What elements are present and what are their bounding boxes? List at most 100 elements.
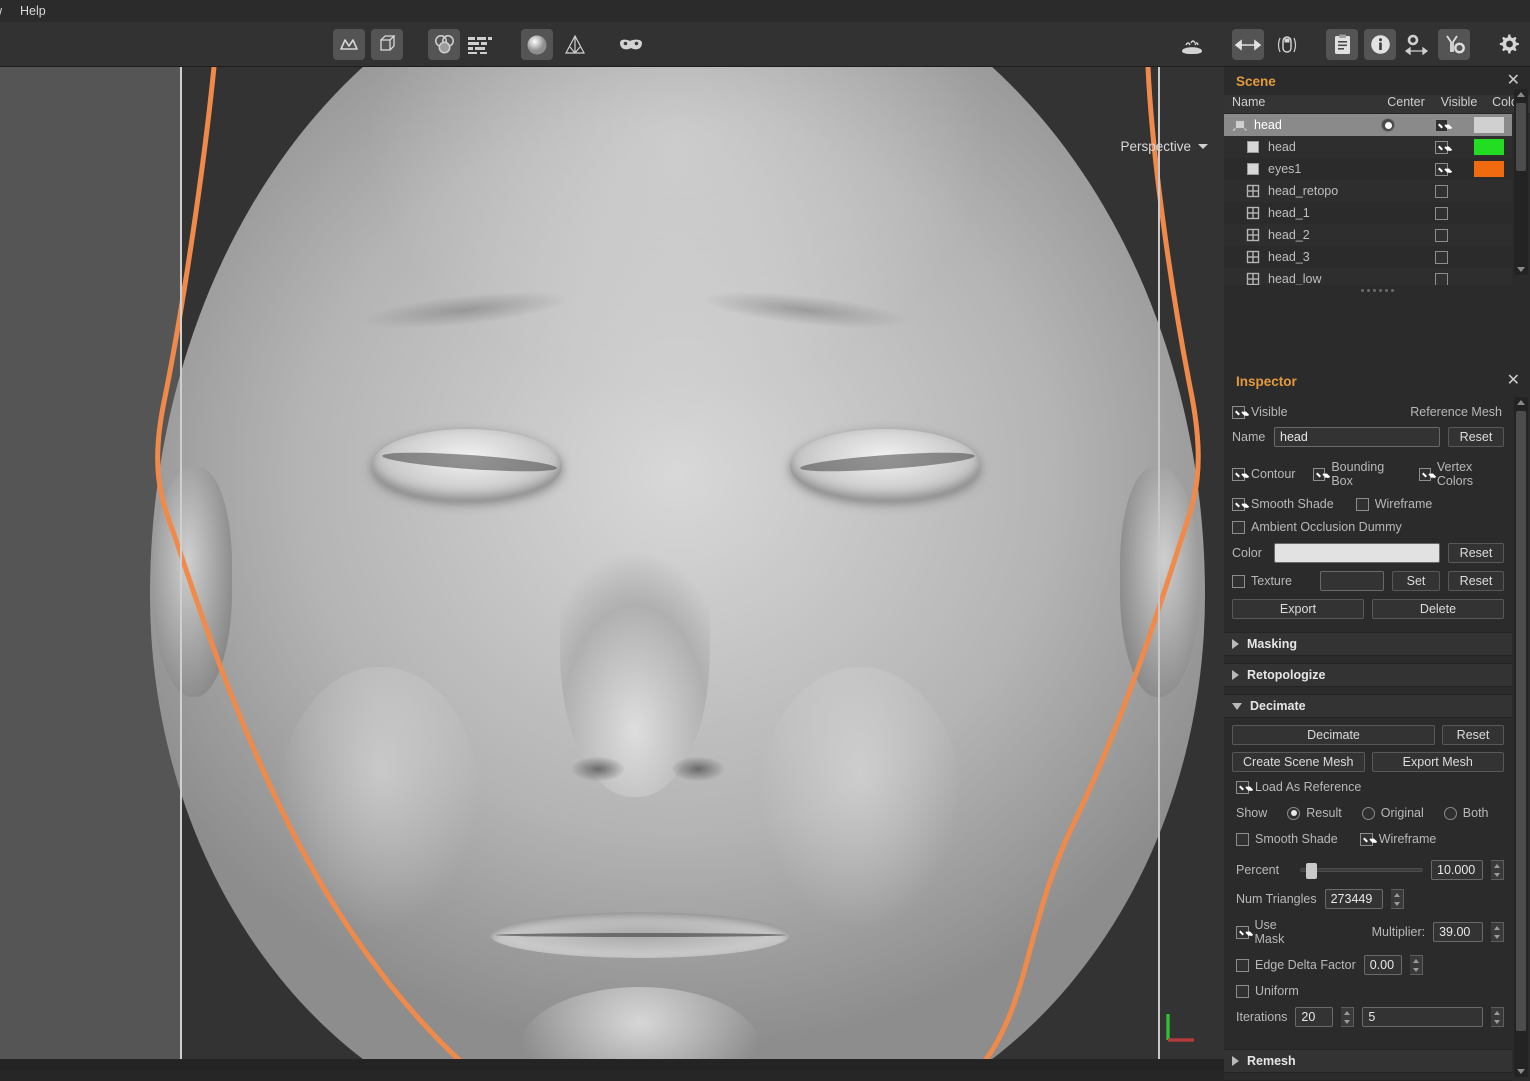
decimate-wireframe-checkbox[interactable]: Wireframe	[1359, 832, 1436, 846]
texture-checkbox[interactable]: Texture	[1232, 574, 1312, 588]
edge-delta-factor-input[interactable]: 0.00	[1363, 955, 1402, 975]
scene-scrollbar-thumb[interactable]	[1516, 103, 1526, 171]
iterations-stepper-2[interactable]	[1491, 1007, 1504, 1027]
visible-toggle[interactable]	[1416, 184, 1466, 198]
texture-input[interactable]	[1320, 571, 1384, 591]
checkbox-icon[interactable]	[1236, 925, 1249, 939]
scene-tree[interactable]: head head eyes1 head_retopo head_1 head_2 head…	[1224, 114, 1512, 290]
scene-scrollbar[interactable]	[1514, 89, 1528, 275]
radio-icon[interactable]	[1287, 806, 1301, 820]
checkbox-icon[interactable]	[1434, 228, 1448, 242]
multiplier-input[interactable]: 39.00	[1433, 922, 1484, 942]
visible-toggle[interactable]	[1416, 250, 1466, 264]
scene-tree-row-head[interactable]: head	[1224, 136, 1512, 158]
inspector-scrollbar-thumb[interactable]	[1516, 411, 1526, 1031]
wireframe-cone-icon[interactable]	[559, 29, 591, 60]
delete-button[interactable]: Delete	[1372, 599, 1504, 619]
iterations-input-2[interactable]: 5	[1362, 1007, 1483, 1027]
vertex-colors-checkbox[interactable]: Vertex Colors	[1419, 460, 1504, 488]
section-masking[interactable]: Masking	[1224, 632, 1512, 656]
clipboard-log-icon[interactable]	[1326, 29, 1358, 60]
ambient-occlusion-dummy-checkbox[interactable]: Ambient Occlusion Dummy	[1232, 520, 1402, 534]
move-arrows-icon[interactable]	[1232, 29, 1264, 60]
tools-settings-icon[interactable]	[1438, 29, 1470, 60]
decimate-reset-button[interactable]: Reset	[1442, 725, 1504, 745]
checkbox-icon[interactable]	[1434, 206, 1448, 220]
scroll-down-icon[interactable]	[1517, 1069, 1525, 1074]
checkbox-icon[interactable]	[1355, 497, 1369, 511]
close-icon[interactable]: ✕	[1507, 373, 1520, 389]
decimate-smooth-shade-checkbox[interactable]: Smooth Shade	[1236, 832, 1338, 846]
create-scene-mesh-button[interactable]: Create Scene Mesh	[1232, 752, 1365, 772]
visible-toggle[interactable]	[1416, 206, 1466, 220]
menu-item-clipped[interactable]: w	[0, 0, 11, 22]
scan-merge-icon[interactable]	[333, 29, 365, 60]
visible-toggle[interactable]	[1416, 272, 1466, 286]
checkbox-icon[interactable]	[1434, 162, 1448, 176]
checkbox-icon[interactable]	[1419, 467, 1431, 481]
percent-slider-handle[interactable]	[1305, 863, 1317, 879]
iterations-input-1[interactable]: 20	[1295, 1007, 1334, 1027]
checkbox-icon[interactable]	[1236, 832, 1249, 846]
texture-set-button[interactable]: Set	[1392, 571, 1440, 591]
scroll-up-icon[interactable]	[1517, 92, 1525, 97]
menu-item-help[interactable]: Help	[11, 0, 55, 22]
bounding-box-checkbox[interactable]: Bounding Box	[1313, 460, 1401, 488]
color-swatch[interactable]	[1466, 139, 1512, 155]
mouse-navigation-icon[interactable]	[1271, 29, 1303, 60]
texture-bricks-icon[interactable]	[464, 29, 496, 60]
close-icon[interactable]: ✕	[1507, 73, 1520, 89]
checkbox-icon[interactable]	[1232, 497, 1245, 511]
export-mesh-button[interactable]: Export Mesh	[1371, 752, 1504, 772]
scene-tree-row-head_3[interactable]: head_3	[1224, 246, 1512, 268]
percent-stepper[interactable]	[1491, 860, 1504, 880]
texture-reset-button[interactable]: Reset	[1448, 571, 1504, 591]
info-icon[interactable]	[1364, 29, 1396, 60]
percent-input[interactable]: 10.000	[1431, 860, 1483, 880]
checkbox-icon[interactable]	[1359, 832, 1373, 846]
contour-checkbox[interactable]: Contour	[1232, 467, 1295, 481]
3d-viewport[interactable]: Perspective	[0, 67, 1224, 1070]
load-as-reference-checkbox[interactable]: Load As Reference	[1236, 780, 1361, 794]
radio-icon[interactable]	[1361, 806, 1375, 820]
percent-slider[interactable]	[1300, 863, 1423, 879]
inspector-scrollbar[interactable]	[1514, 397, 1528, 1077]
checkbox-icon[interactable]	[1434, 184, 1448, 198]
checkbox-icon[interactable]	[1434, 250, 1448, 264]
num-triangles-input[interactable]: 273449	[1324, 889, 1383, 909]
iterations-stepper-1[interactable]	[1341, 1007, 1355, 1027]
panel-resize-grip[interactable]	[1224, 285, 1530, 295]
color-channels-icon[interactable]	[428, 29, 460, 60]
checkbox-icon[interactable]	[1236, 780, 1249, 794]
visible-toggle[interactable]	[1416, 140, 1466, 154]
scene-tree-row-head_1[interactable]: head_1	[1224, 202, 1512, 224]
section-remesh[interactable]: Remesh	[1224, 1049, 1512, 1073]
visible-toggle[interactable]	[1416, 118, 1466, 132]
checkbox-icon[interactable]	[1232, 574, 1245, 588]
checkbox-icon[interactable]	[1434, 272, 1448, 286]
visible-toggle[interactable]	[1416, 162, 1466, 176]
edge-delta-factor-stepper[interactable]	[1409, 955, 1423, 975]
color-swatch[interactable]	[1274, 543, 1440, 563]
mask-icon[interactable]	[615, 29, 647, 60]
radio-icon[interactable]	[1443, 806, 1457, 820]
section-retopologize[interactable]: Retopologize	[1224, 663, 1512, 687]
bounding-box-icon[interactable]	[371, 29, 403, 60]
checkbox-icon[interactable]	[1313, 467, 1326, 481]
use-mask-checkbox[interactable]: Use Mask	[1236, 918, 1308, 946]
checkbox-icon[interactable]	[1232, 520, 1245, 534]
projection-mode-selector[interactable]: Perspective	[1120, 139, 1208, 154]
gear-settings-icon[interactable]	[1494, 29, 1526, 60]
checkbox-icon[interactable]	[1236, 984, 1249, 998]
edge-delta-factor-checkbox[interactable]: Edge Delta Factor	[1236, 958, 1356, 972]
show-option-original[interactable]: Original	[1361, 806, 1424, 820]
pie-icon[interactable]	[1176, 29, 1208, 60]
checkbox-icon[interactable]	[1232, 405, 1245, 419]
visible-toggle[interactable]	[1416, 228, 1466, 242]
transform-settings-icon[interactable]	[1400, 29, 1432, 60]
show-option-both[interactable]: Both	[1443, 806, 1489, 820]
decimate-button[interactable]: Decimate	[1232, 725, 1435, 745]
center-radio-icon[interactable]	[1381, 118, 1395, 132]
num-triangles-stepper[interactable]	[1390, 889, 1404, 909]
smooth-shade-checkbox[interactable]: Smooth Shade	[1232, 497, 1334, 511]
